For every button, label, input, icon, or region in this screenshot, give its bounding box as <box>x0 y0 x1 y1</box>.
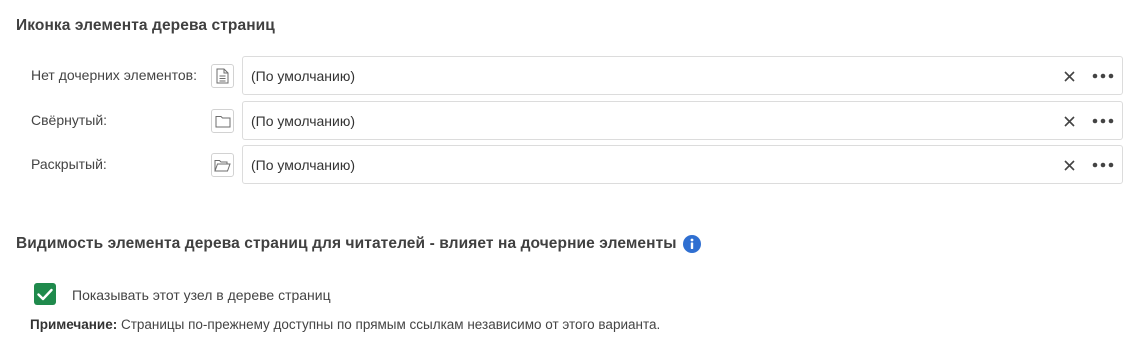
field-value: (По умолчанию) <box>251 68 356 84</box>
section-title-tree-icon: Иконка элемента дерева страниц <box>16 17 275 34</box>
more-options-icon[interactable] <box>1091 156 1115 174</box>
folder-open-icon[interactable] <box>211 153 234 177</box>
show-in-tree-checkbox[interactable] <box>34 283 56 305</box>
section-title-visibility: Видимость элемента дерева страниц для чи… <box>16 235 701 253</box>
checkmark-icon <box>37 288 53 300</box>
folder-closed-icon[interactable] <box>211 109 234 133</box>
icon-select-field-no-children[interactable]: (По умолчанию) <box>242 56 1123 95</box>
document-icon[interactable] <box>211 64 234 88</box>
note-label: Примечание: <box>30 317 118 332</box>
field-value: (По умолчанию) <box>251 113 356 129</box>
row-label-no-children: Нет дочерних элементов: <box>31 67 197 83</box>
note-text: Примечание: Страницы по-прежнему доступн… <box>30 317 660 332</box>
show-in-tree-checkbox-label[interactable]: Показывать этот узел в дереве страниц <box>72 287 331 303</box>
clear-icon[interactable] <box>1061 112 1077 130</box>
row-label-expanded: Раскрытый: <box>31 156 107 172</box>
note-body: Страницы по-прежнему доступны по прямым … <box>117 317 661 332</box>
clear-icon[interactable] <box>1061 156 1077 174</box>
more-options-icon[interactable] <box>1091 112 1115 130</box>
icon-row-no-children: Нет дочерних элементов: (По умолчанию) <box>0 56 1134 96</box>
icon-select-field-expanded[interactable]: (По умолчанию) <box>242 145 1123 184</box>
icon-row-collapsed: Свёрнутый: (По умолчанию) <box>0 101 1134 141</box>
field-value: (По умолчанию) <box>251 157 356 173</box>
icon-row-expanded: Раскрытый: (По умолчанию) <box>0 145 1134 185</box>
info-icon[interactable] <box>682 235 701 253</box>
section-title-visibility-text: Видимость элемента дерева страниц для чи… <box>16 235 677 252</box>
clear-icon[interactable] <box>1061 67 1077 85</box>
icon-select-field-collapsed[interactable]: (По умолчанию) <box>242 101 1123 140</box>
row-label-collapsed: Свёрнутый: <box>31 112 108 128</box>
more-options-icon[interactable] <box>1091 67 1115 85</box>
